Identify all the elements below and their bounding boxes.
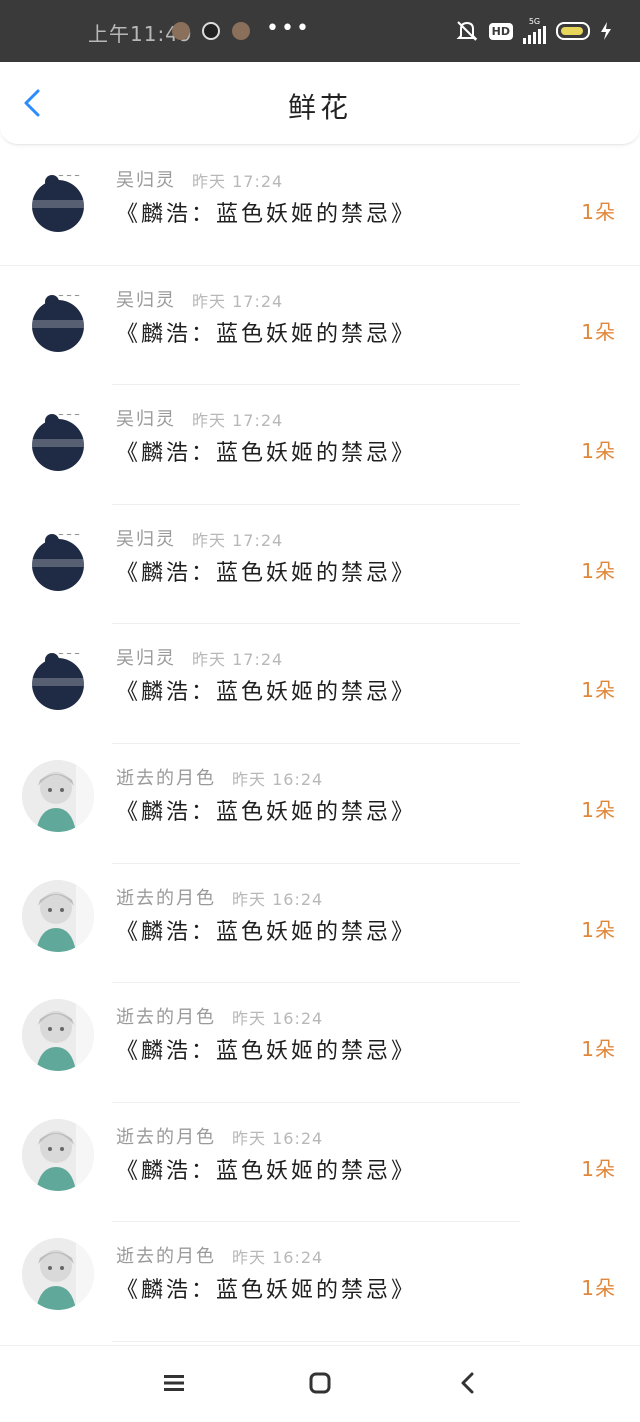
timestamp: 昨天 17:24	[192, 411, 284, 431]
list-item[interactable]: 逝去的月色 昨天 16:24 《麟浩：蓝色妖姬的禁忌》 1朵	[0, 983, 640, 1103]
user-name: 吴归灵	[116, 289, 176, 311]
flower-count: 1朵	[581, 1156, 616, 1181]
flower-count: 1朵	[581, 678, 616, 703]
anime-avatar-icon	[22, 999, 94, 1072]
hd-icon: HD	[488, 22, 513, 40]
app-notification-icon	[172, 22, 190, 40]
book-title: 《麟浩：蓝色妖姬的禁忌》	[116, 560, 417, 586]
flower-count: 1朵	[581, 200, 616, 224]
list-item[interactable]: ~ ~ ~ 吴归灵 昨天 17:24 《麟浩：蓝色妖姬的禁忌》 1朵	[0, 266, 640, 386]
back-icon[interactable]	[455, 1370, 481, 1396]
list-item[interactable]: 逝去的月色 昨天 16:24 《麟浩：蓝色妖姬的禁忌》 1朵	[0, 864, 640, 984]
book-title: 《麟浩：蓝色妖姬的禁忌》	[116, 1039, 417, 1065]
user-name: 逝去的月色	[116, 887, 216, 909]
user-name: 吴归灵	[116, 170, 176, 191]
svg-text:~ ~ ~: ~ ~ ~	[58, 411, 80, 419]
page-title: 鲜花	[287, 91, 352, 124]
book-title: 《麟浩：蓝色妖姬的禁忌》	[116, 1278, 417, 1304]
silhouette-avatar-icon: ~ ~ ~	[22, 281, 94, 354]
svg-text:~ ~ ~: ~ ~ ~	[58, 531, 80, 539]
system-nav-bar	[0, 1345, 640, 1422]
flower-count: 1朵	[581, 439, 616, 464]
list-item[interactable]: ~ ~ ~ 吴归灵 昨天 17:24 《麟浩：蓝色妖姬的禁忌》 1朵	[0, 385, 640, 505]
divider	[112, 1340, 520, 1342]
book-title: 《麟浩：蓝色妖姬的禁忌》	[116, 919, 417, 945]
timestamp: 昨天 16:24	[232, 1128, 324, 1148]
user-name: 逝去的月色	[116, 767, 216, 789]
avatar[interactable]	[22, 879, 94, 952]
flower-list: ~ ~ ~ 吴归灵 昨天 17:24 《麟浩：蓝色妖姬的禁忌》 1朵 ~ ~ ~…	[0, 146, 640, 1342]
app-notification-icon	[232, 22, 250, 40]
silhouette-avatar-icon: ~ ~ ~	[22, 162, 94, 234]
home-icon[interactable]	[307, 1370, 333, 1396]
anime-avatar-icon	[22, 1238, 94, 1311]
list-item[interactable]: 逝去的月色 昨天 16:24 《麟浩：蓝色妖姬的禁忌》 1朵	[0, 744, 640, 864]
charging-icon	[601, 22, 611, 40]
system-icons: HD 5G	[455, 18, 612, 44]
avatar[interactable]: ~ ~ ~	[22, 640, 94, 713]
timestamp: 昨天 17:24	[192, 172, 284, 191]
timestamp: 昨天 17:24	[192, 650, 284, 670]
flower-count: 1朵	[581, 319, 616, 344]
avatar[interactable]	[22, 759, 94, 832]
header: 鲜花	[0, 62, 640, 145]
anime-avatar-icon	[22, 1118, 94, 1191]
avatar[interactable]	[22, 999, 94, 1072]
avatar[interactable]: ~ ~ ~	[22, 401, 94, 474]
signal-icon: 5G	[523, 18, 546, 44]
flower-count: 1朵	[581, 1276, 616, 1301]
silhouette-avatar-icon: ~ ~ ~	[22, 520, 94, 593]
timestamp: 昨天 16:24	[232, 1248, 324, 1268]
menu-icon[interactable]	[161, 1370, 187, 1396]
flower-count: 1朵	[581, 917, 616, 942]
book-title: 《麟浩：蓝色妖姬的禁忌》	[116, 441, 417, 467]
anime-avatar-icon	[22, 759, 94, 832]
flower-count: 1朵	[581, 1037, 616, 1062]
timestamp: 昨天 17:24	[192, 530, 284, 550]
flower-count: 1朵	[581, 797, 616, 822]
flower-count: 1朵	[581, 558, 616, 583]
avatar[interactable]: ~ ~ ~	[22, 520, 94, 593]
user-name: 逝去的月色	[116, 1246, 216, 1268]
user-name: 逝去的月色	[116, 1126, 216, 1148]
notification-icons	[172, 22, 250, 40]
list-item[interactable]: ~ ~ ~ 吴归灵 昨天 17:24 《麟浩：蓝色妖姬的禁忌》 1朵	[0, 505, 640, 625]
mute-icon	[456, 21, 478, 41]
book-title: 《麟浩：蓝色妖姬的禁忌》	[116, 680, 417, 706]
book-title: 《麟浩：蓝色妖姬的禁忌》	[116, 799, 417, 825]
anime-avatar-icon	[22, 879, 94, 952]
svg-text:~ ~ ~: ~ ~ ~	[58, 650, 80, 658]
silhouette-avatar-icon: ~ ~ ~	[22, 401, 94, 474]
eye-icon	[202, 22, 220, 40]
user-name: 吴归灵	[116, 528, 176, 550]
avatar[interactable]: ~ ~ ~	[22, 281, 94, 354]
silhouette-avatar-icon: ~ ~ ~	[22, 640, 94, 713]
avatar[interactable]: ~ ~ ~	[22, 162, 94, 234]
more-notifications-icon: •••	[266, 16, 311, 41]
svg-text:~ ~ ~: ~ ~ ~	[58, 172, 80, 180]
user-name: 逝去的月色	[116, 1007, 216, 1029]
timestamp: 昨天 16:24	[232, 769, 324, 789]
timestamp: 昨天 17:24	[192, 291, 284, 311]
list-item[interactable]: ~ ~ ~ 吴归灵 昨天 17:24 《麟浩：蓝色妖姬的禁忌》 1朵	[0, 624, 640, 744]
avatar[interactable]	[22, 1118, 94, 1191]
book-title: 《麟浩：蓝色妖姬的禁忌》	[116, 1158, 417, 1184]
list-item[interactable]: ~ ~ ~ 吴归灵 昨天 17:24 《麟浩：蓝色妖姬的禁忌》 1朵	[0, 146, 640, 266]
timestamp: 昨天 16:24	[232, 889, 324, 909]
book-title: 《麟浩：蓝色妖姬的禁忌》	[116, 202, 417, 227]
user-name: 吴归灵	[116, 409, 176, 431]
avatar[interactable]	[22, 1238, 94, 1311]
svg-text:~ ~ ~: ~ ~ ~	[58, 292, 80, 300]
battery-icon	[556, 22, 590, 40]
book-title: 《麟浩：蓝色妖姬的禁忌》	[116, 321, 417, 347]
user-name: 吴归灵	[116, 648, 176, 670]
timestamp: 昨天 16:24	[232, 1009, 324, 1029]
list-item[interactable]: 逝去的月色 昨天 16:24 《麟浩：蓝色妖姬的禁忌》 1朵	[0, 1222, 640, 1342]
list-item[interactable]: 逝去的月色 昨天 16:24 《麟浩：蓝色妖姬的禁忌》 1朵	[0, 1103, 640, 1223]
status-bar: 上午11:49 ••• HD 5G	[0, 0, 640, 62]
